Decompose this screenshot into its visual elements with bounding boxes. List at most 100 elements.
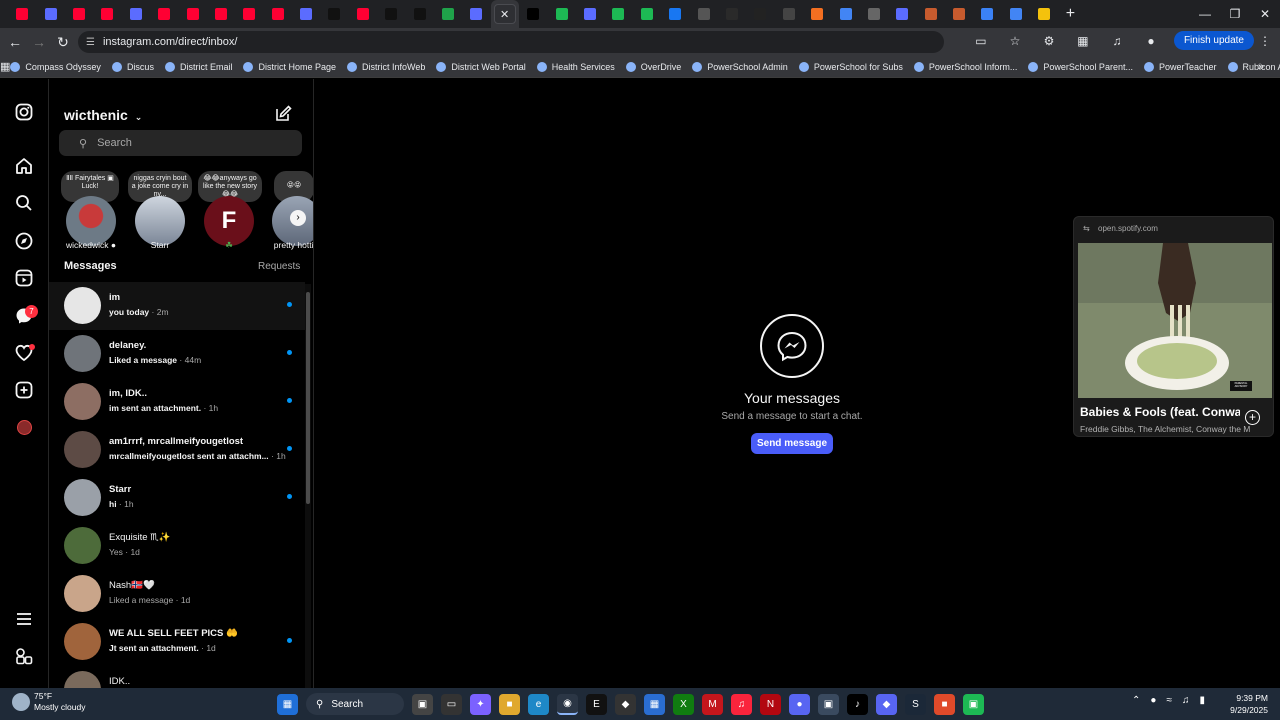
bookmark-item[interactable]: District Web Portal	[436, 61, 526, 72]
battery-icon[interactable]: ▮	[1199, 695, 1205, 706]
taskbar-search[interactable]: ⚲ Search	[306, 693, 404, 715]
gamepad-icon[interactable]: ◆	[876, 693, 897, 715]
send-message-button[interactable]: Send message	[751, 433, 833, 454]
site-info-icon[interactable]: ☰	[86, 37, 95, 48]
conversation-row[interactable]: Nash🇳🇴🤍 Liked a message · 1d	[49, 570, 305, 618]
bookmark-item[interactable]: District Home Page	[243, 61, 336, 72]
browser-tab[interactable]	[65, 0, 93, 28]
bookmark-item[interactable]: District InfoWeb	[347, 61, 425, 72]
conversation-row[interactable]: delaney. Liked a message · 44m	[49, 330, 305, 378]
browser-tab[interactable]	[1030, 0, 1058, 28]
browser-tab[interactable]	[547, 0, 575, 28]
taskbar-clock[interactable]: 9:39 PM 9/29/2025	[1230, 692, 1268, 716]
browser-tab[interactable]	[661, 0, 689, 28]
story-avatar[interactable]	[135, 196, 185, 246]
install-app-icon[interactable]: ▭	[966, 34, 996, 48]
stories-next-icon[interactable]: ›	[290, 210, 306, 226]
browser-tab[interactable]	[122, 0, 150, 28]
url-text[interactable]: instagram.com/direct/inbox/	[103, 36, 238, 48]
bookmark-item[interactable]: PowerSchool Inform...	[913, 61, 1017, 72]
browser-tab[interactable]	[803, 0, 831, 28]
bookmark-item[interactable]: PowerSchool Parent...	[1028, 61, 1133, 72]
steam-icon[interactable]: S	[905, 693, 926, 715]
conversation-row[interactable]: WE ALL SELL FEET PICS 🤲 Jt sent an attach…	[49, 618, 305, 666]
also-from-meta-icon[interactable]	[13, 645, 35, 667]
close-tab-icon[interactable]: ✕	[493, 4, 516, 24]
weather-widget[interactable]: 75°F Mostly cloudy	[12, 691, 86, 713]
browser-tab[interactable]	[178, 0, 206, 28]
reels-icon[interactable]	[13, 267, 35, 289]
edge-icon[interactable]: e	[528, 693, 549, 715]
back-icon[interactable]: ←	[3, 34, 27, 50]
browser-tab[interactable]	[519, 0, 547, 28]
menu-dots-icon[interactable]: ⋮	[1258, 34, 1272, 48]
bookmark-item[interactable]: PowerSchool Admin	[692, 61, 788, 72]
add-to-library-icon[interactable]: +	[1245, 410, 1260, 425]
new-tab-button[interactable]: +	[1058, 5, 1082, 23]
apps-grid-icon[interactable]: ▦	[0, 60, 10, 73]
music-icon[interactable]: ♫	[731, 693, 752, 715]
spotify-mini-player[interactable]: ⇆ open.spotify.com PARENTAL ADVISORY Bab…	[1073, 216, 1274, 437]
wifi-icon[interactable]: ≈	[1166, 695, 1172, 706]
media-controls-icon[interactable]: ♫	[1102, 34, 1132, 48]
song-title[interactable]: Babies & Fools (feat. Conway the Machine…	[1080, 405, 1240, 419]
story-avatar[interactable]: F	[204, 196, 254, 246]
browser-tab[interactable]	[320, 0, 348, 28]
netflix-icon[interactable]: N	[760, 693, 781, 715]
browser-tab[interactable]	[93, 0, 121, 28]
new-message-icon[interactable]	[275, 105, 292, 127]
browser-tab[interactable]	[633, 0, 661, 28]
browser-tab[interactable]	[775, 0, 803, 28]
bookmark-item[interactable]: PowerSchool for Subs	[798, 61, 903, 72]
story-avatar[interactable]	[66, 196, 116, 246]
browser-tab[interactable]	[264, 0, 292, 28]
browser-tab[interactable]	[576, 0, 604, 28]
mcafee-icon[interactable]: M	[702, 693, 723, 715]
restore-icon[interactable]: ❐	[1220, 0, 1250, 28]
account-switcher[interactable]: wicthenic ⌄	[64, 107, 142, 123]
reload-icon[interactable]: ↻	[51, 34, 75, 51]
file-explorer-icon[interactable]: ■	[499, 693, 520, 715]
task-view-icon[interactable]: ▭	[441, 693, 462, 715]
address-bar[interactable]: ☰ instagram.com/direct/inbox/	[78, 31, 944, 53]
browser-tab[interactable]	[150, 0, 178, 28]
app-icon[interactable]: ▣	[963, 693, 984, 715]
browser-tab[interactable]	[292, 0, 320, 28]
store-icon[interactable]: ▦	[644, 693, 665, 715]
instagram-logo-icon[interactable]	[13, 101, 35, 123]
widgets-icon[interactable]: ▣	[412, 693, 433, 715]
more-bookmarks-icon[interactable]: »	[1258, 61, 1264, 73]
conversation-row[interactable]: IDK..	[49, 666, 305, 688]
forward-icon[interactable]: →	[27, 34, 51, 50]
extensions-icon[interactable]: ⚙	[1034, 34, 1064, 48]
conversation-row[interactable]: am1rrrf, mrcallmeifyougetlost mrcallmeify…	[49, 426, 305, 474]
browser-tab[interactable]	[207, 0, 235, 28]
close-window-icon[interactable]: ✕	[1250, 0, 1280, 28]
home-icon[interactable]	[13, 155, 35, 177]
bookmark-item[interactable]: Rubicon Atlas	[1227, 61, 1280, 72]
bookmark-item[interactable]: Discus	[111, 61, 154, 72]
browser-tab[interactable]	[746, 0, 774, 28]
bookmark-item[interactable]: Health Services	[536, 61, 615, 72]
song-artist[interactable]: Freddie Gibbs, The Alchemist, Conway the…	[1080, 424, 1250, 434]
roblox-icon[interactable]: ◆	[615, 693, 636, 715]
browser-tab[interactable]	[377, 0, 405, 28]
browser-tab[interactable]	[945, 0, 973, 28]
browser-tab[interactable]	[860, 0, 888, 28]
browser-tab[interactable]	[235, 0, 263, 28]
volume-icon[interactable]: ♫	[1182, 695, 1190, 706]
conversation-row[interactable]: Starr hi · 1h	[49, 474, 305, 522]
scrollbar[interactable]	[305, 284, 311, 688]
chrome-icon[interactable]: ◉	[557, 693, 578, 715]
conversation-row[interactable]: im you today · 2m	[49, 282, 305, 330]
active-tab[interactable]: ✕	[490, 0, 520, 28]
browser-tab[interactable]	[1002, 0, 1030, 28]
browser-tab[interactable]	[831, 0, 859, 28]
minimize-icon[interactable]: —	[1190, 0, 1220, 28]
tray-chevron-icon[interactable]: ⌃	[1132, 695, 1140, 706]
browser-tab[interactable]	[973, 0, 1001, 28]
conversation-row[interactable]: Exquisite ♏✨ Yes · 1d	[49, 522, 305, 570]
browser-tab[interactable]	[917, 0, 945, 28]
explore-compass-icon[interactable]	[13, 230, 35, 252]
copilot-icon[interactable]: ✦	[470, 693, 491, 715]
